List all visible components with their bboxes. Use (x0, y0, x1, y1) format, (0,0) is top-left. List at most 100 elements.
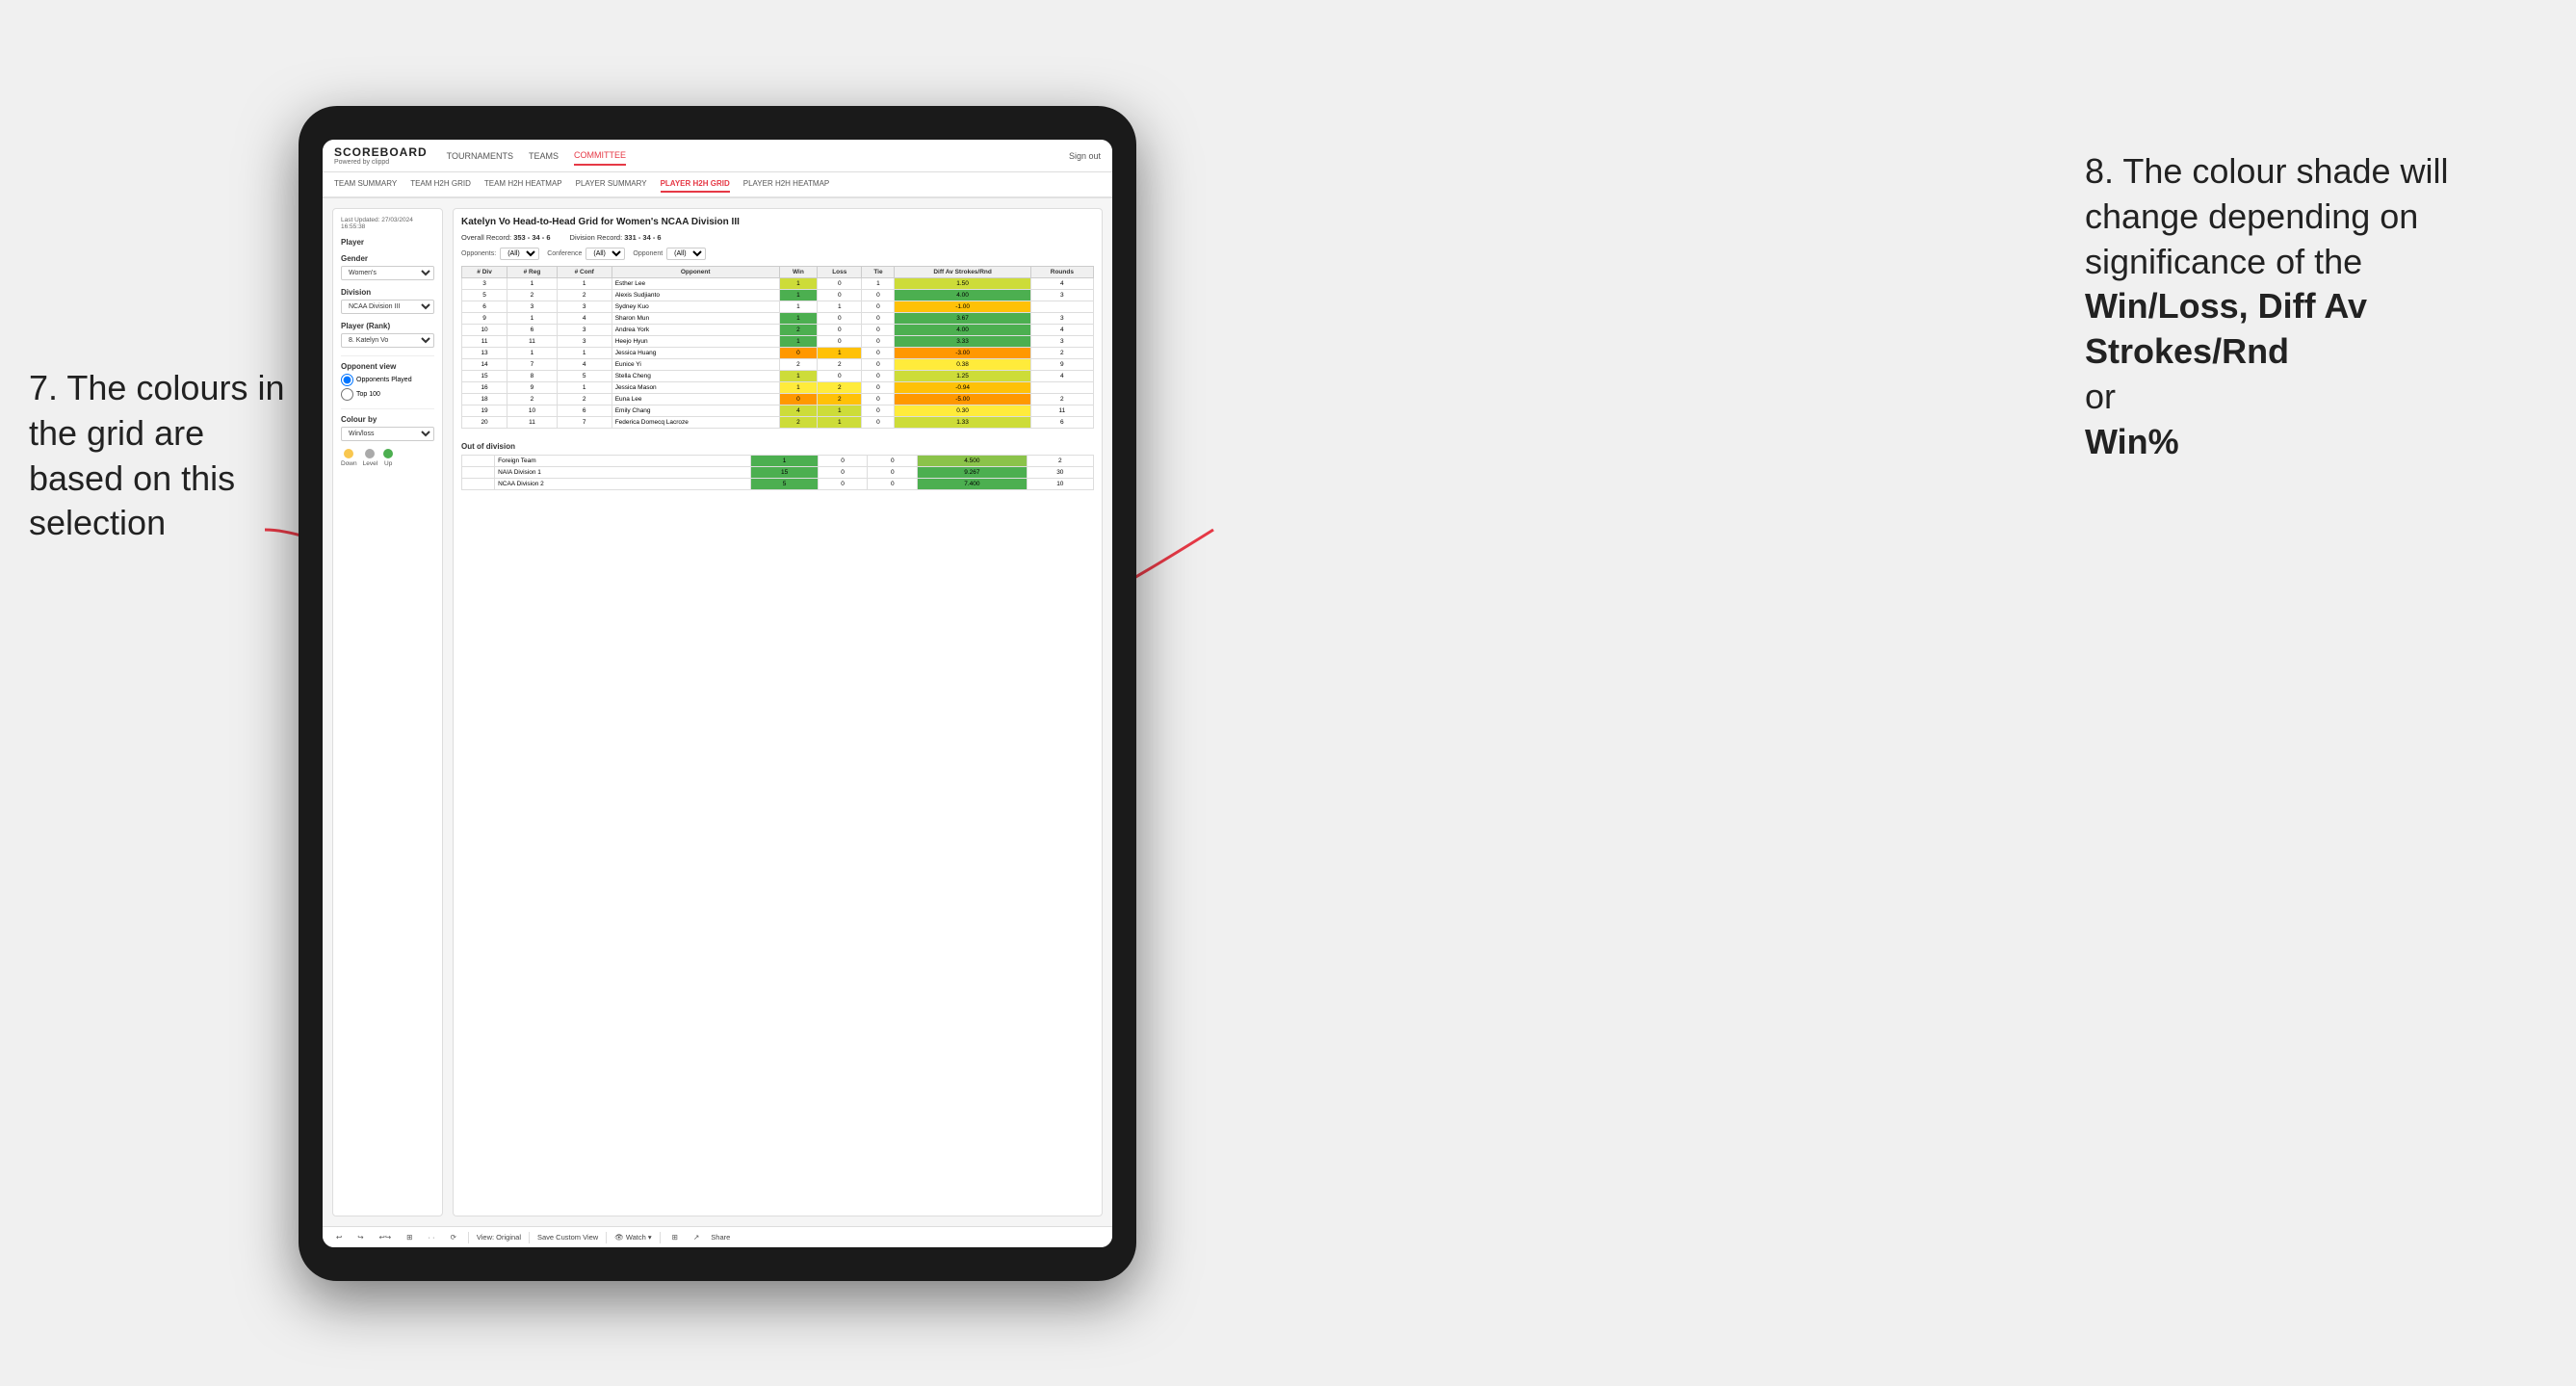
sub-nav-team-h2h-heatmap[interactable]: TEAM H2H HEATMAP (484, 176, 562, 193)
cell-tie: 0 (862, 417, 895, 429)
sidebar: Last Updated: 27/03/2024 16:55:38 Player… (332, 208, 443, 1216)
cell-loss: 2 (818, 394, 862, 405)
cell-win: 1 (779, 301, 817, 313)
cell-loss: 1 (818, 405, 862, 417)
toolbar-export[interactable]: ↗ (690, 1231, 703, 1243)
divider1 (341, 355, 434, 356)
cell-opponent: NCAA Division 2 (495, 479, 751, 490)
cell-diff: 3.33 (895, 336, 1030, 348)
filter-opponent-label: Opponent (633, 250, 663, 257)
table-row: 6 3 3 Sydney Kuo 1 1 0 -1.00 (462, 301, 1094, 313)
cell-tie: 0 (862, 301, 895, 313)
cell-colspan (462, 479, 495, 490)
toolbar-layout[interactable]: ⊞ (668, 1231, 682, 1243)
cell-diff: 9.267 (918, 467, 1027, 479)
out-of-division-table: Foreign Team 1 0 0 4.500 2 NAIA Division… (461, 455, 1094, 490)
toolbar-reset[interactable]: ↩↪ (376, 1231, 396, 1243)
colour-by-label: Colour by (341, 415, 434, 424)
sub-nav-player-h2h-grid[interactable]: PLAYER H2H GRID (661, 176, 730, 193)
player-rank-select[interactable]: 8. Katelyn Vo (341, 333, 434, 348)
cell-tie: 0 (868, 456, 918, 467)
col-tie: Tie (862, 267, 895, 278)
cell-tie: 1 (862, 278, 895, 290)
cell-opponent: Esther Lee (611, 278, 779, 290)
cell-rounds: 30 (1027, 467, 1093, 479)
table-row: 13 1 1 Jessica Huang 0 1 0 -3.00 2 (462, 348, 1094, 359)
toolbar-save-custom-view[interactable]: Save Custom View (537, 1233, 598, 1242)
cell-reg: 1 (507, 278, 558, 290)
cell-conf: 3 (557, 301, 611, 313)
sub-nav-team-h2h-grid[interactable]: TEAM H2H GRID (410, 176, 471, 193)
opponents-filter-select[interactable]: (All) (500, 248, 539, 260)
division-select[interactable]: NCAA Division III (341, 300, 434, 314)
view-original-label: View: Original (477, 1233, 521, 1242)
gender-label: Gender (341, 254, 434, 263)
colour-by-select[interactable]: Win/loss (341, 427, 434, 441)
cell-reg: 6 (507, 325, 558, 336)
toolbar-watch[interactable]: 👁 Watch ▾ (614, 1233, 651, 1242)
save-custom-view-label: Save Custom View (537, 1233, 598, 1242)
cell-rounds: 2 (1030, 348, 1093, 359)
toolbar-refresh[interactable]: ⟳ (447, 1231, 460, 1243)
toolbar-edit[interactable]: · · (424, 1231, 438, 1243)
cell-tie: 0 (862, 394, 895, 405)
out-table-row: Foreign Team 1 0 0 4.500 2 (462, 456, 1094, 467)
cell-loss: 1 (818, 417, 862, 429)
cell-opponent: Federica Domecq Lacroze (611, 417, 779, 429)
table-row: 3 1 1 Esther Lee 1 0 1 1.50 4 (462, 278, 1094, 290)
toolbar-redo[interactable]: ↪ (353, 1231, 367, 1243)
cell-opponent: Euna Lee (611, 394, 779, 405)
cell-diff: -3.00 (895, 348, 1030, 359)
cell-conf: 4 (557, 359, 611, 371)
up-dot (383, 449, 393, 458)
toolbar-undo[interactable]: ↩ (332, 1231, 346, 1243)
cell-reg: 2 (507, 290, 558, 301)
conference-filter-select[interactable]: (All) (585, 248, 625, 260)
cell-win: 1 (779, 313, 817, 325)
table-row: 16 9 1 Jessica Mason 1 2 0 -0.94 (462, 382, 1094, 394)
radio-top100-input[interactable] (341, 388, 353, 401)
cell-conf: 3 (557, 325, 611, 336)
sub-nav-player-summary[interactable]: PLAYER SUMMARY (576, 176, 647, 193)
sign-out[interactable]: Sign out (1069, 151, 1101, 161)
nav-items: TOURNAMENTS TEAMS COMMITTEE (447, 146, 1050, 166)
gender-select[interactable]: Women's (341, 266, 434, 280)
radio-opponents-played[interactable]: Opponents Played (341, 374, 434, 386)
opponent-filter-select[interactable]: (All) (666, 248, 706, 260)
cell-opponent: Foreign Team (495, 456, 751, 467)
nav-tournaments[interactable]: TOURNAMENTS (447, 147, 513, 165)
radio-top100[interactable]: Top 100 (341, 388, 434, 401)
cell-loss: 0 (818, 290, 862, 301)
toolbar-share[interactable]: Share (711, 1233, 730, 1242)
sub-nav-team-summary[interactable]: TEAM SUMMARY (334, 176, 397, 193)
col-rounds: Rounds (1030, 267, 1093, 278)
cell-tie: 0 (862, 325, 895, 336)
cell-win: 5 (751, 479, 818, 490)
nav-committee[interactable]: COMMITTEE (574, 146, 626, 166)
cell-rounds: 4 (1030, 278, 1093, 290)
cell-tie: 0 (862, 359, 895, 371)
cell-div: 6 (462, 301, 507, 313)
cell-reg: 3 (507, 301, 558, 313)
nav-teams[interactable]: TEAMS (529, 147, 559, 165)
cell-conf: 6 (557, 405, 611, 417)
cell-rounds: 3 (1030, 336, 1093, 348)
opponent-view-section: Opponent view Opponents Played Top 100 (341, 362, 434, 401)
sub-nav-player-h2h-heatmap[interactable]: PLAYER H2H HEATMAP (743, 176, 830, 193)
filter-opponents-label: Opponents: (461, 250, 496, 257)
cell-conf: 1 (557, 382, 611, 394)
cell-opponent: Sharon Mun (611, 313, 779, 325)
level-label: Level (363, 460, 378, 467)
cell-opponent: Stella Cheng (611, 371, 779, 382)
toolbar-grid[interactable]: ⊞ (403, 1231, 416, 1243)
radio-opponents-played-input[interactable] (341, 374, 353, 386)
out-table-row: NCAA Division 2 5 0 0 7.400 10 (462, 479, 1094, 490)
player-label: Player (341, 238, 434, 247)
cell-win: 0 (779, 348, 817, 359)
cell-conf: 1 (557, 348, 611, 359)
toolbar-view-original[interactable]: View: Original (477, 1233, 521, 1242)
data-table: # Div # Reg # Conf Opponent Win Loss Tie… (461, 266, 1094, 429)
cell-win: 15 (751, 467, 818, 479)
cell-win: 2 (779, 417, 817, 429)
cell-div: 9 (462, 313, 507, 325)
